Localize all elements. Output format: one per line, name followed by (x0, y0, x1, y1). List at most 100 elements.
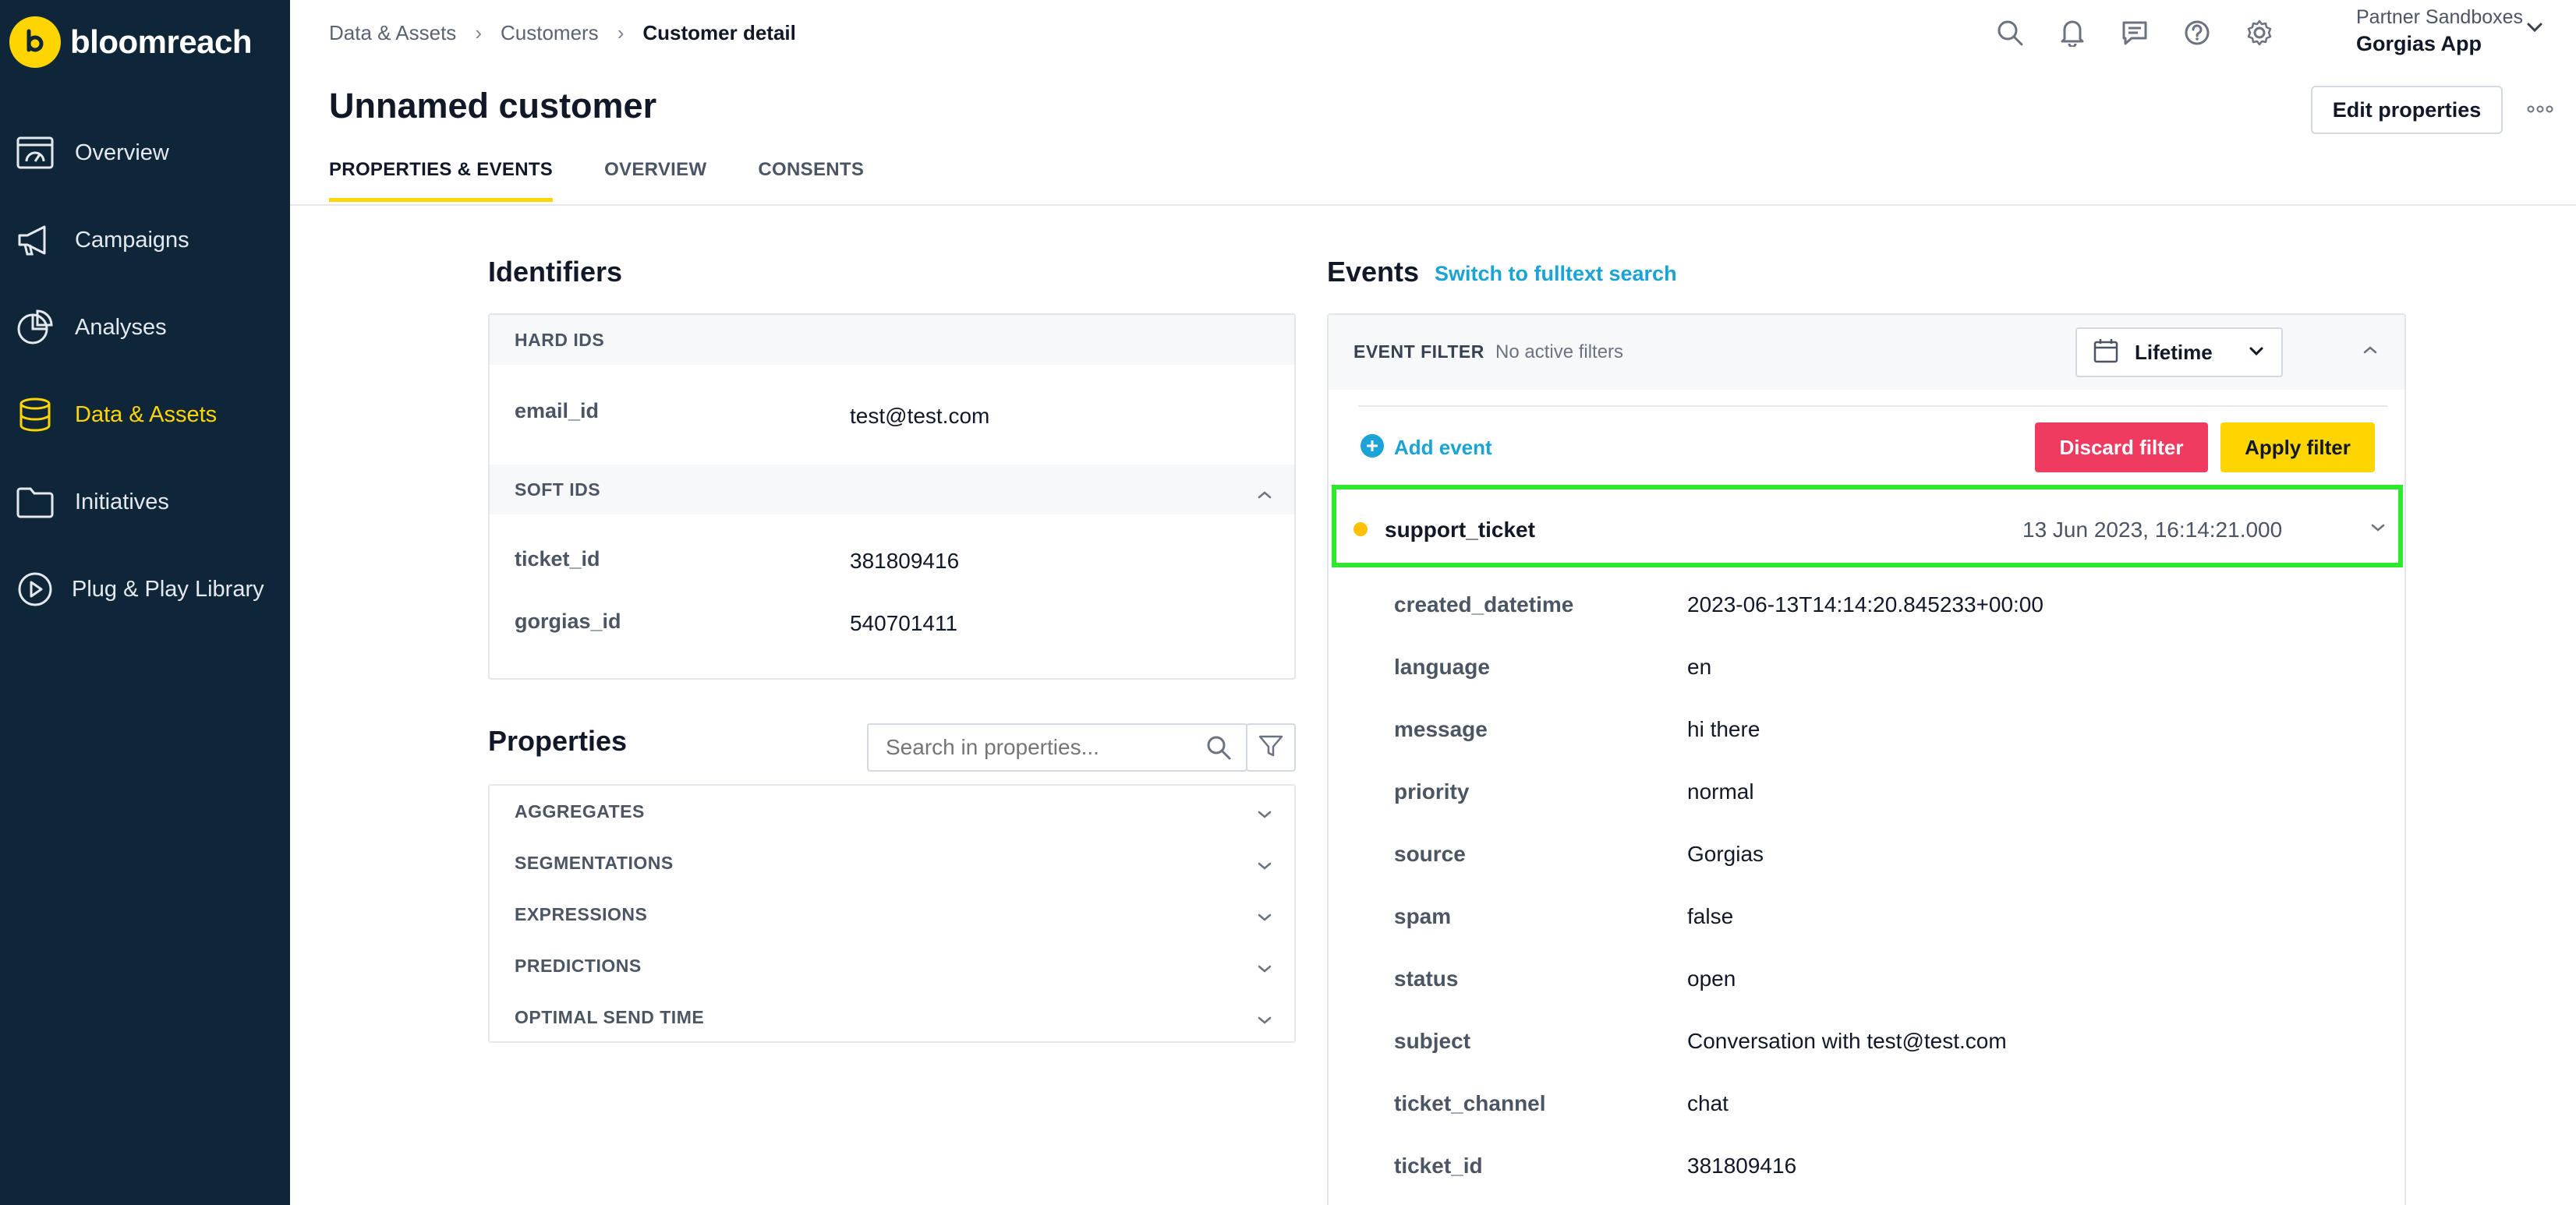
attribute-key: status (1394, 966, 1459, 991)
sidebar-item-label: Initiatives (75, 489, 169, 514)
property-group-label: SEGMENTATIONS (515, 852, 674, 873)
chevron-up-icon[interactable] (1257, 483, 1272, 504)
chevron-down-icon[interactable] (2526, 22, 2543, 37)
identifier-value: 381809416 (850, 549, 960, 573)
identifiers-card: HARD IDS email_id test@test.com SOFT IDS… (488, 313, 1296, 680)
attribute-value: normal (1687, 779, 1754, 804)
breadcrumb-current: Customer detail (642, 20, 796, 44)
sidebar-item-label: Data & Assets (75, 401, 218, 427)
apply-filter-button[interactable]: Apply filter (2220, 422, 2375, 472)
sidebar-item-campaigns[interactable]: Campaigns (0, 209, 290, 271)
property-group-optimal-send-time[interactable]: OPTIMAL SEND TIME (490, 991, 1294, 1041)
tabs-divider (290, 204, 2576, 206)
chevron-right-icon: › (475, 20, 482, 44)
sidebar-item-label: Plug & Play Library (72, 576, 264, 602)
attribute-key: created_datetime (1394, 592, 1574, 617)
chevron-down-icon (2249, 346, 2264, 361)
chevron-up-icon[interactable] (2362, 345, 2378, 359)
attribute-key: priority (1394, 779, 1470, 804)
top-toolbar (1996, 17, 2273, 48)
identifier-row: gorgias_id 540701411 (490, 592, 1294, 655)
search-icon[interactable] (1205, 734, 1232, 766)
identifier-key: email_id (515, 399, 600, 422)
date-range-select[interactable]: Lifetime (2075, 327, 2283, 377)
breadcrumb-link-customers[interactable]: Customers (501, 21, 599, 45)
property-group-predictions[interactable]: PREDICTIONS (490, 940, 1294, 991)
attribute-key: source (1394, 842, 1466, 866)
discard-filter-button[interactable]: Discard filter (2035, 422, 2208, 472)
property-group-aggregates[interactable]: AGGREGATES (490, 786, 1294, 837)
attribute-value: hi there (1687, 717, 1760, 741)
event-attribute-row: source Gorgias (1329, 825, 2404, 887)
database-icon (14, 394, 56, 436)
add-event-button[interactable]: Add event (1360, 433, 1492, 462)
attribute-value: en (1687, 655, 1712, 679)
event-attribute-row: created_datetime 2023-06-13T14:14:20.845… (1329, 575, 2404, 638)
sidebar-item-plug-play-library[interactable]: Plug & Play Library (0, 558, 290, 620)
chat-icon[interactable] (2121, 17, 2149, 48)
event-name: support_ticket (1385, 518, 1535, 542)
filter-funnel-icon (1258, 733, 1284, 763)
attribute-key: ticket_id (1394, 1154, 1483, 1178)
property-group-label: OPTIMAL SEND TIME (515, 1006, 705, 1027)
events-card: EVENT FILTER No active filters Lifetime … (1327, 313, 2406, 1205)
fulltext-search-link[interactable]: Switch to fulltext search (1435, 262, 1677, 286)
chevron-down-icon (1257, 854, 1272, 875)
gear-icon[interactable] (2245, 17, 2273, 48)
breadcrumb: Data & Assets › Customers › Customer det… (329, 19, 796, 47)
event-timestamp: 13 Jun 2023, 16:14:21.000 (2022, 518, 2283, 542)
property-group-label: EXPRESSIONS (515, 903, 648, 924)
sidebar-item-data-assets[interactable]: Data & Assets (0, 383, 290, 446)
more-options-icon[interactable] (2525, 100, 2556, 118)
tab-bar: PROPERTIES & EVENTS OVERVIEW CONSENTS (329, 159, 915, 202)
property-group-expressions[interactable]: EXPRESSIONS (490, 889, 1294, 940)
tab-consents[interactable]: CONSENTS (758, 159, 864, 202)
breadcrumb-link-data-assets[interactable]: Data & Assets (329, 21, 456, 45)
identifier-value: 540701411 (850, 611, 958, 635)
tab-overview[interactable]: OVERVIEW (604, 159, 706, 202)
soft-ids-header[interactable]: SOFT IDS (490, 465, 1294, 514)
event-attribute-row: priority normal (1329, 762, 2404, 825)
attribute-value: Gorgias (1687, 842, 1764, 866)
attribute-value: false (1687, 904, 1734, 928)
sidebar-item-overview[interactable]: Overview (0, 122, 290, 184)
date-range-value: Lifetime (2135, 340, 2213, 364)
edit-properties-button[interactable]: Edit properties (2311, 86, 2503, 134)
attribute-value: 2023-06-13T14:14:20.845233+00:00 (1687, 592, 2043, 617)
sidebar-item-label: Overview (75, 140, 169, 165)
sidebar-item-initiatives[interactable]: Initiatives (0, 471, 290, 533)
attribute-key: ticket_channel (1394, 1091, 1546, 1115)
help-icon[interactable] (2183, 17, 2211, 48)
tab-properties-events[interactable]: PROPERTIES & EVENTS (329, 159, 554, 202)
plus-circle-icon (1360, 433, 1385, 462)
chevron-down-icon (1257, 957, 1272, 978)
properties-filter-button[interactable] (1246, 723, 1296, 772)
property-group-label: PREDICTIONS (515, 955, 642, 976)
bloomreach-logo-icon (9, 16, 61, 68)
event-attribute-row: subject Conversation with test@test.com (1329, 1012, 2404, 1074)
attribute-key: spam (1394, 904, 1452, 928)
property-group-segmentations[interactable]: SEGMENTATIONS (490, 837, 1294, 889)
divider (1358, 405, 2387, 407)
search-icon[interactable] (1996, 17, 2024, 48)
property-group-label: AGGREGATES (515, 800, 645, 822)
sidebar-item-analyses[interactable]: Analyses (0, 296, 290, 359)
chevron-down-icon (1257, 803, 1272, 824)
properties-title: Properties (488, 725, 628, 757)
identifier-key: ticket_id (515, 547, 600, 571)
event-attribute-row: status open (1329, 949, 2404, 1012)
bell-icon[interactable] (2058, 17, 2086, 48)
attribute-key: message (1394, 717, 1488, 741)
event-filter-label: EVENT FILTER (1353, 341, 1484, 362)
event-attribute-row: ticket_channel chat (1329, 1074, 2404, 1136)
properties-card: AGGREGATES SEGMENTATIONS EXPRESSIONS PRE… (488, 784, 1296, 1043)
brand-logo[interactable]: bloomreach (9, 16, 253, 69)
account-switcher[interactable]: Partner Sandboxes Gorgias App (2356, 6, 2523, 56)
properties-search-input[interactable] (886, 735, 1182, 760)
chevron-down-icon[interactable] (2370, 522, 2386, 536)
sidebar-item-label: Campaigns (75, 227, 189, 253)
identifier-value: test@test.com (850, 404, 990, 428)
events-title: Events (1327, 256, 1420, 288)
event-row[interactable]: support_ticket 13 Jun 2023, 16:14:21.000 (1332, 485, 2403, 567)
chevron-down-icon (1257, 1009, 1272, 1030)
